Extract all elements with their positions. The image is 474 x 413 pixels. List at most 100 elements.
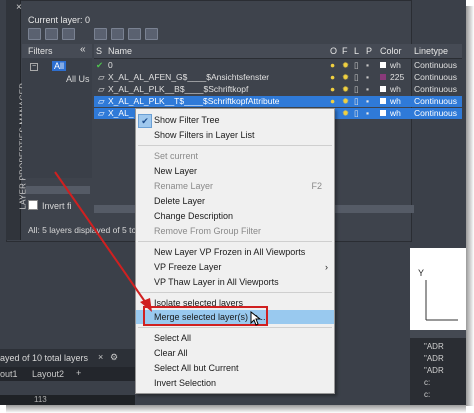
new-property-filter-icon[interactable]: [28, 28, 41, 40]
col-color[interactable]: Color: [380, 46, 402, 56]
menu-item-vp-thaw-layer[interactable]: VP Thaw Layer in All Viewports: [136, 275, 334, 289]
color-swatch[interactable]: [380, 108, 386, 118]
tree-item-all[interactable]: All: [52, 61, 67, 71]
current-layer-check-icon: ✔: [96, 60, 104, 70]
layer-actions-toolbar: [94, 28, 162, 42]
add-layout-icon[interactable]: +: [76, 368, 81, 378]
close-icon[interactable]: ×: [98, 352, 103, 362]
plot-icon[interactable]: ▪: [366, 108, 369, 118]
invert-filter-label: Invert fi: [42, 201, 72, 211]
command-line[interactable]: 113: [0, 395, 135, 405]
color-label: wh: [390, 108, 401, 118]
table-row-selected[interactable]: ▱ X_AL_AL_PLK__T$____$SchriftkopfAttribu…: [94, 96, 462, 107]
linetype[interactable]: Continuous: [414, 60, 457, 70]
menu-item-new-layer[interactable]: New Layer: [136, 164, 334, 178]
color-swatch[interactable]: [380, 60, 386, 70]
filters-label: Filters: [28, 46, 53, 56]
thaw-sun-icon[interactable]: ✹: [342, 108, 349, 119]
layer-name: X_AL_AL_PLK__T$____$SchriftkopfAttribute: [108, 96, 280, 106]
on-bulb-icon[interactable]: ●: [330, 72, 335, 82]
layer-count-status: All: 5 layers displayed of 5 to: [28, 225, 137, 235]
linetype[interactable]: Continuous: [414, 72, 457, 82]
layout-tabs: out1 Layout2 +: [0, 367, 135, 381]
layer-name: X_AL_: [108, 108, 134, 118]
set-current-icon[interactable]: [145, 28, 158, 40]
col-name[interactable]: Name: [108, 46, 132, 56]
tree-item-all-used[interactable]: All Us: [66, 74, 90, 84]
settings-icon[interactable]: ⚙: [110, 352, 118, 363]
checkbox[interactable]: [28, 200, 38, 210]
menu-separator: [138, 145, 332, 146]
thaw-sun-icon[interactable]: ✹: [342, 96, 349, 107]
unlock-icon[interactable]: ▯: [354, 72, 359, 83]
unlock-icon[interactable]: ▯: [354, 96, 359, 107]
col-plot[interactable]: P: [366, 46, 372, 56]
menu-item-clear-all[interactable]: Clear All: [136, 346, 334, 360]
menu-item-select-all-but-current[interactable]: Select All but Current: [136, 361, 334, 375]
new-layer-icon[interactable]: [94, 28, 107, 40]
unlock-icon[interactable]: ▯: [354, 108, 359, 119]
menu-item-select-all[interactable]: Select All: [136, 331, 334, 345]
unlock-icon[interactable]: ▯: [354, 60, 359, 71]
layers-status-bar: ayed of 10 total layers × ⚙: [0, 349, 135, 367]
collapse-icon[interactable]: «: [80, 44, 86, 55]
new-vp-frozen-layer-icon[interactable]: [111, 28, 124, 40]
tab-layout2[interactable]: Layout2: [32, 369, 64, 379]
linetype[interactable]: Continuous: [414, 96, 457, 106]
menu-item-set-current[interactable]: Set current: [136, 149, 334, 163]
plot-icon[interactable]: ▪: [366, 96, 369, 106]
menu-item-change-description[interactable]: Change Description: [136, 209, 334, 223]
close-icon[interactable]: ×: [16, 3, 24, 13]
color-swatch[interactable]: [380, 72, 386, 82]
layer-name: X_AL_AL_AFEN_G$____$Ansichtsfenster: [108, 72, 270, 82]
color-label: wh: [390, 84, 401, 94]
table-row[interactable]: ✔ 0 ● ✹ ▯ ▪ wh Continuous: [94, 60, 462, 71]
tab-layout1[interactable]: out1: [0, 369, 18, 379]
col-on[interactable]: O: [330, 46, 337, 56]
thaw-sun-icon[interactable]: ✹: [342, 72, 349, 83]
menu-item-delete-layer[interactable]: Delete Layer: [136, 194, 334, 208]
screenshot-shadow-bottom: [6, 405, 466, 413]
layer-status-icon: ▱: [98, 108, 105, 118]
col-linetype[interactable]: Linetype: [414, 46, 448, 56]
layer-name: 0: [108, 60, 113, 70]
col-status[interactable]: S: [96, 46, 102, 56]
table-row[interactable]: ▱ X_AL_AL_PLK__B$____$Schriftkopf ● ✹ ▯ …: [94, 84, 462, 95]
color-label: wh: [390, 96, 401, 106]
menu-item-invert-selection[interactable]: Invert Selection: [136, 376, 334, 390]
tree-collapse-icon[interactable]: −: [30, 63, 38, 71]
linetype[interactable]: Continuous: [414, 108, 457, 118]
menu-item-rename-layer[interactable]: Rename Layer F2: [136, 179, 334, 193]
command-history-line: c:: [424, 378, 431, 387]
on-bulb-icon[interactable]: ●: [330, 84, 335, 94]
layer-grid-header: S Name O F L P Color Linetype: [94, 44, 462, 59]
menu-item-show-filter-tree[interactable]: ✔ Show Filter Tree: [136, 113, 334, 128]
color-label: 225: [390, 72, 405, 82]
color-swatch[interactable]: [380, 84, 386, 94]
on-bulb-icon[interactable]: ●: [330, 60, 335, 70]
thaw-sun-icon[interactable]: ✹: [342, 84, 349, 95]
menu-item-remove-from-group-filter[interactable]: Remove From Group Filter: [136, 224, 334, 238]
on-bulb-icon[interactable]: ●: [330, 96, 335, 106]
unlock-icon[interactable]: ▯: [354, 84, 359, 95]
layer-context-menu: ✔ Show Filter Tree Show Filters in Layer…: [135, 108, 335, 394]
plot-icon[interactable]: ▪: [366, 72, 369, 82]
col-freeze[interactable]: F: [342, 46, 348, 56]
new-group-filter-icon[interactable]: [45, 28, 58, 40]
col-lock[interactable]: L: [354, 46, 359, 56]
table-row[interactable]: ▱ X_AL_AL_AFEN_G$____$Ansichtsfenster ● …: [94, 72, 462, 83]
layer-states-icon[interactable]: [62, 28, 75, 40]
tree-scrollbar[interactable]: [26, 186, 90, 194]
invert-filter-checkbox[interactable]: Invert fi: [28, 200, 72, 211]
viewport-splitter[interactable]: [410, 330, 466, 338]
thaw-sun-icon[interactable]: ✹: [342, 60, 349, 71]
menu-item-vp-freeze-layer[interactable]: VP Freeze Layer ›: [136, 260, 334, 274]
plot-icon[interactable]: ▪: [366, 84, 369, 94]
delete-layer-icon[interactable]: [128, 28, 141, 40]
palette-title-strip[interactable]: × LAYER PROPERTIES MANAGER: [6, 0, 28, 240]
plot-icon[interactable]: ▪: [366, 60, 369, 70]
color-swatch[interactable]: [380, 96, 386, 106]
linetype[interactable]: Continuous: [414, 84, 457, 94]
menu-item-new-layer-vp-frozen[interactable]: New Layer VP Frozen in All Viewports: [136, 245, 334, 259]
menu-item-show-filters-in-list[interactable]: Show Filters in Layer List: [136, 128, 334, 142]
